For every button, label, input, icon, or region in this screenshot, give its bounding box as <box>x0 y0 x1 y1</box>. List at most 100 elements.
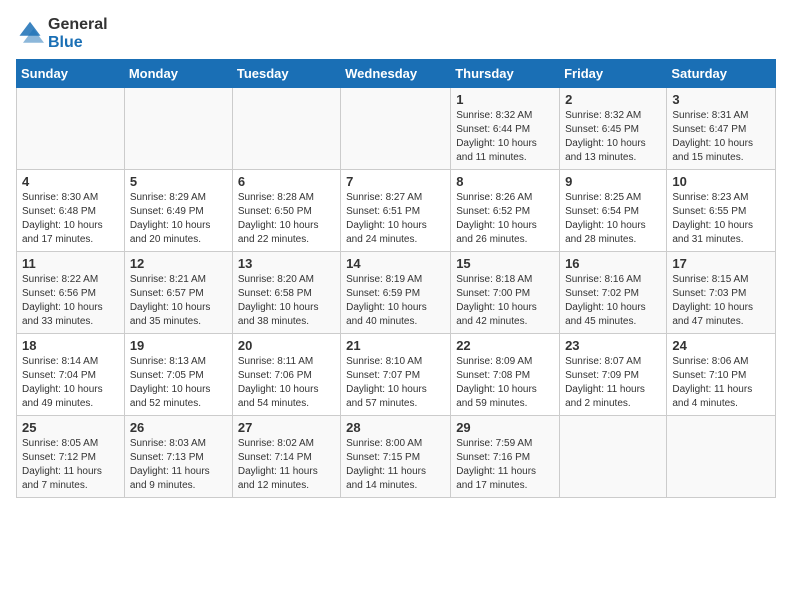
day-info: Sunrise: 8:05 AM Sunset: 7:12 PM Dayligh… <box>22 437 119 493</box>
day-info: Sunrise: 8:18 AM Sunset: 7:00 PM Dayligh… <box>456 273 554 329</box>
day-info: Sunrise: 8:13 AM Sunset: 7:05 PM Dayligh… <box>130 355 227 411</box>
day-cell: 11 Sunrise: 8:22 AM Sunset: 6:56 PM Dayli… <box>17 252 125 334</box>
day-info: Sunrise: 8:07 AM Sunset: 7:09 PM Dayligh… <box>565 355 661 411</box>
day-info: Sunrise: 8:09 AM Sunset: 7:08 PM Dayligh… <box>456 355 554 411</box>
day-number: 4 <box>22 174 119 189</box>
day-number: 6 <box>238 174 335 189</box>
day-number: 2 <box>565 92 661 107</box>
day-number: 25 <box>22 420 119 435</box>
day-number: 23 <box>565 338 661 353</box>
week-row-3: 11 Sunrise: 8:22 AM Sunset: 6:56 PM Dayli… <box>17 252 776 334</box>
col-header-thursday: Thursday <box>451 60 560 88</box>
day-info: Sunrise: 8:11 AM Sunset: 7:06 PM Dayligh… <box>238 355 335 411</box>
col-header-monday: Monday <box>124 60 232 88</box>
day-number: 8 <box>456 174 554 189</box>
day-info: Sunrise: 8:22 AM Sunset: 6:56 PM Dayligh… <box>22 273 119 329</box>
day-number: 7 <box>346 174 445 189</box>
day-cell: 21Sunrise: 8:10 AM Sunset: 7:07 PM Dayli… <box>341 334 451 416</box>
day-cell: 9 Sunrise: 8:25 AM Sunset: 6:54 PM Daylig… <box>560 170 667 252</box>
day-info: Sunrise: 8:00 AM Sunset: 7:15 PM Dayligh… <box>346 437 445 493</box>
day-cell: 6Sunrise: 8:28 AM Sunset: 6:50 PM Daylig… <box>232 170 340 252</box>
day-info: Sunrise: 8:23 AM Sunset: 6:55 PM Dayligh… <box>672 191 770 247</box>
calendar-table: SundayMondayTuesdayWednesdayThursdayFrid… <box>16 59 776 498</box>
col-header-friday: Friday <box>560 60 667 88</box>
day-info: Sunrise: 8:19 AM Sunset: 6:59 PM Dayligh… <box>346 273 445 329</box>
day-number: 12 <box>130 256 227 271</box>
day-cell: 29 Sunrise: 7:59 AM Sunset: 7:16 PM Dayli… <box>451 416 560 498</box>
logo-icon <box>16 20 44 48</box>
day-number: 24 <box>672 338 770 353</box>
day-info: Sunrise: 8:26 AM Sunset: 6:52 PM Dayligh… <box>456 191 554 247</box>
day-info: Sunrise: 8:30 AM Sunset: 6:48 PM Dayligh… <box>22 191 119 247</box>
day-cell: 12 Sunrise: 8:21 AM Sunset: 6:57 PM Dayli… <box>124 252 232 334</box>
day-cell: 26 Sunrise: 8:03 AM Sunset: 7:13 PM Dayli… <box>124 416 232 498</box>
day-info: Sunrise: 8:16 AM Sunset: 7:02 PM Dayligh… <box>565 273 661 329</box>
col-header-wednesday: Wednesday <box>341 60 451 88</box>
day-cell <box>560 416 667 498</box>
week-row-2: 4 Sunrise: 8:30 AM Sunset: 6:48 PM Daylig… <box>17 170 776 252</box>
day-cell: 22Sunrise: 8:09 AM Sunset: 7:08 PM Dayli… <box>451 334 560 416</box>
day-number: 16 <box>565 256 661 271</box>
day-number: 18 <box>22 338 119 353</box>
day-cell: 3Sunrise: 8:31 AM Sunset: 6:47 PM Daylig… <box>667 88 776 170</box>
day-info: Sunrise: 8:02 AM Sunset: 7:14 PM Dayligh… <box>238 437 335 493</box>
week-row-5: 25 Sunrise: 8:05 AM Sunset: 7:12 PM Dayli… <box>17 416 776 498</box>
day-number: 21 <box>346 338 445 353</box>
day-cell <box>667 416 776 498</box>
day-number: 19 <box>130 338 227 353</box>
col-header-tuesday: Tuesday <box>232 60 340 88</box>
day-cell: 14Sunrise: 8:19 AM Sunset: 6:59 PM Dayli… <box>341 252 451 334</box>
day-number: 20 <box>238 338 335 353</box>
day-info: Sunrise: 7:59 AM Sunset: 7:16 PM Dayligh… <box>456 437 554 493</box>
col-header-sunday: Sunday <box>17 60 125 88</box>
day-cell: 8 Sunrise: 8:26 AM Sunset: 6:52 PM Daylig… <box>451 170 560 252</box>
page-header: General Blue <box>16 16 776 51</box>
day-cell: 18Sunrise: 8:14 AM Sunset: 7:04 PM Dayli… <box>17 334 125 416</box>
day-number: 5 <box>130 174 227 189</box>
day-number: 11 <box>22 256 119 271</box>
week-row-4: 18Sunrise: 8:14 AM Sunset: 7:04 PM Dayli… <box>17 334 776 416</box>
day-cell: 1 Sunrise: 8:32 AM Sunset: 6:44 PM Daylig… <box>451 88 560 170</box>
day-cell: 4 Sunrise: 8:30 AM Sunset: 6:48 PM Daylig… <box>17 170 125 252</box>
day-cell: 16 Sunrise: 8:16 AM Sunset: 7:02 PM Dayli… <box>560 252 667 334</box>
day-info: Sunrise: 8:06 AM Sunset: 7:10 PM Dayligh… <box>672 355 770 411</box>
day-cell <box>124 88 232 170</box>
day-cell <box>17 88 125 170</box>
day-info: Sunrise: 8:03 AM Sunset: 7:13 PM Dayligh… <box>130 437 227 493</box>
col-header-saturday: Saturday <box>667 60 776 88</box>
day-cell: 13 Sunrise: 8:20 AM Sunset: 6:58 PM Dayli… <box>232 252 340 334</box>
day-info: Sunrise: 8:21 AM Sunset: 6:57 PM Dayligh… <box>130 273 227 329</box>
day-info: Sunrise: 8:31 AM Sunset: 6:47 PM Dayligh… <box>672 109 770 165</box>
logo: General Blue <box>16 16 108 51</box>
day-number: 13 <box>238 256 335 271</box>
header-row: SundayMondayTuesdayWednesdayThursdayFrid… <box>17 60 776 88</box>
day-cell: 25 Sunrise: 8:05 AM Sunset: 7:12 PM Dayli… <box>17 416 125 498</box>
day-info: Sunrise: 8:32 AM Sunset: 6:44 PM Dayligh… <box>456 109 554 165</box>
day-info: Sunrise: 8:20 AM Sunset: 6:58 PM Dayligh… <box>238 273 335 329</box>
day-cell: 10Sunrise: 8:23 AM Sunset: 6:55 PM Dayli… <box>667 170 776 252</box>
day-cell: 20 Sunrise: 8:11 AM Sunset: 7:06 PM Dayli… <box>232 334 340 416</box>
day-info: Sunrise: 8:29 AM Sunset: 6:49 PM Dayligh… <box>130 191 227 247</box>
day-info: Sunrise: 8:32 AM Sunset: 6:45 PM Dayligh… <box>565 109 661 165</box>
logo-line2: Blue <box>48 34 108 52</box>
day-number: 9 <box>565 174 661 189</box>
day-number: 28 <box>346 420 445 435</box>
day-number: 1 <box>456 92 554 107</box>
day-cell: 28 Sunrise: 8:00 AM Sunset: 7:15 PM Dayli… <box>341 416 451 498</box>
day-info: Sunrise: 8:27 AM Sunset: 6:51 PM Dayligh… <box>346 191 445 247</box>
day-number: 15 <box>456 256 554 271</box>
day-cell: 5 Sunrise: 8:29 AM Sunset: 6:49 PM Daylig… <box>124 170 232 252</box>
day-number: 29 <box>456 420 554 435</box>
day-number: 17 <box>672 256 770 271</box>
day-cell: 23 Sunrise: 8:07 AM Sunset: 7:09 PM Dayli… <box>560 334 667 416</box>
day-number: 26 <box>130 420 227 435</box>
day-cell <box>341 88 451 170</box>
logo-line1: General <box>48 16 108 34</box>
day-info: Sunrise: 8:25 AM Sunset: 6:54 PM Dayligh… <box>565 191 661 247</box>
day-info: Sunrise: 8:15 AM Sunset: 7:03 PM Dayligh… <box>672 273 770 329</box>
day-cell: 2 Sunrise: 8:32 AM Sunset: 6:45 PM Daylig… <box>560 88 667 170</box>
day-cell <box>232 88 340 170</box>
day-cell: 15 Sunrise: 8:18 AM Sunset: 7:00 PM Dayli… <box>451 252 560 334</box>
day-cell: 7 Sunrise: 8:27 AM Sunset: 6:51 PM Daylig… <box>341 170 451 252</box>
week-row-1: 1 Sunrise: 8:32 AM Sunset: 6:44 PM Daylig… <box>17 88 776 170</box>
